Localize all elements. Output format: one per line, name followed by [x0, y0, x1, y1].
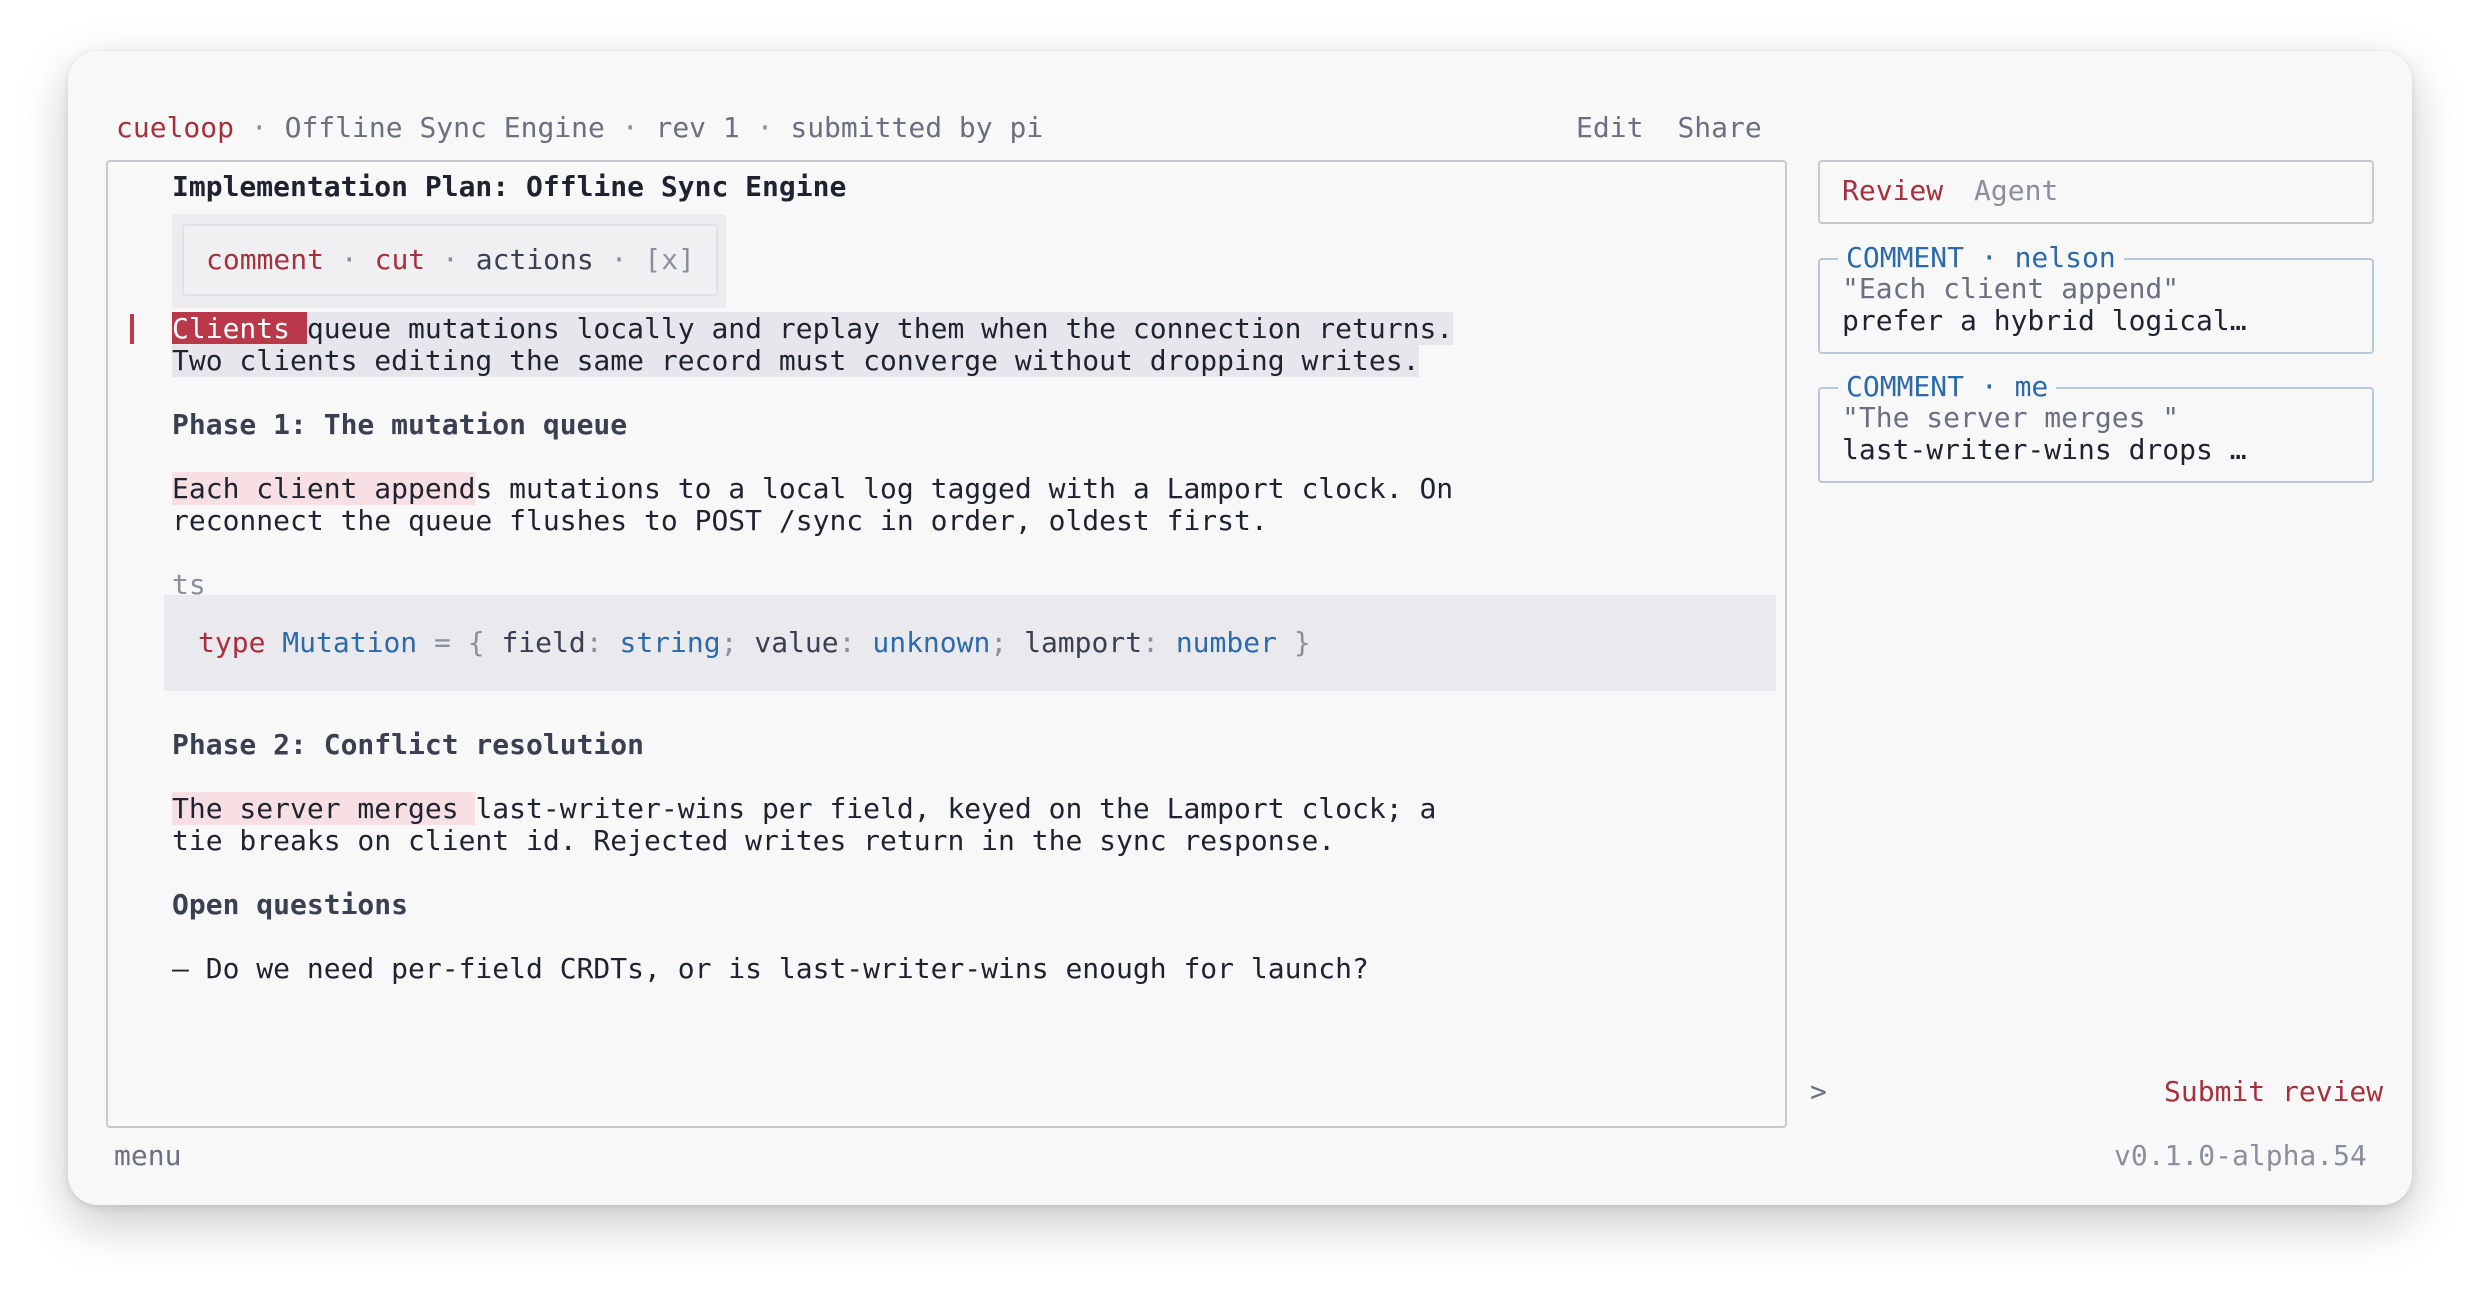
comment-quote: "Each client append"	[1842, 272, 2180, 305]
paragraph-intro-line2[interactable]: Two clients editing the same record must…	[172, 344, 1420, 378]
paragraph-phase2-line1[interactable]: The server merges last-writer-wins per f…	[172, 792, 1436, 826]
version-label: v0.1.0-alpha.54	[2114, 1139, 2367, 1172]
selection-actions-menu: comment · cut · actions · [x]	[182, 224, 718, 296]
share-button[interactable]: Share	[1677, 111, 1761, 144]
paragraph-phase1-line2[interactable]: reconnect the queue flushes to POST /syn…	[172, 504, 1268, 538]
comment-action[interactable]: comment	[206, 243, 324, 276]
doc-title: Offline Sync Engine	[284, 111, 605, 144]
phase2-heading: Phase 2: Conflict resolution	[172, 728, 645, 761]
comment-card[interactable]: COMMENT · nelson "Each client append" pr…	[1818, 241, 2374, 354]
list-item[interactable]: — Do we need per-field CRDTs, or is last…	[172, 952, 1369, 986]
submitted-by: submitted by pi	[790, 111, 1044, 144]
paragraph-phase2-line2[interactable]: tie breaks on client id. Rejected writes…	[172, 824, 1335, 858]
commented-highlight[interactable]: Each client append	[172, 472, 476, 505]
selected-text: Clients	[172, 312, 307, 345]
paragraph-phase1-line1[interactable]: Each client appends mutations to a local…	[172, 472, 1453, 506]
comment-body: last-writer-wins drops …	[1842, 433, 2247, 466]
comment-author: COMMENT · me	[1838, 370, 2057, 404]
actions-action[interactable]: actions	[476, 243, 594, 276]
close-popup-button[interactable]: [x]	[644, 243, 695, 276]
paragraph-intro-line1[interactable]: Clients queue mutations locally and repl…	[172, 312, 1454, 346]
cut-action[interactable]: cut	[375, 243, 426, 276]
selection-gutter-marker	[130, 314, 134, 344]
document-title: Implementation Plan: Offline Sync Engine	[172, 170, 847, 203]
menu-button[interactable]: menu	[114, 1139, 181, 1173]
top-actions: Edit Share	[1576, 111, 1762, 145]
brand-name[interactable]: cueloop	[116, 111, 234, 144]
phase1-heading: Phase 1: The mutation queue	[172, 408, 628, 441]
open-questions-heading: Open questions	[172, 888, 409, 921]
tab-review[interactable]: Review	[1842, 174, 1943, 208]
app-window: cueloop · Offline Sync Engine · rev 1 · …	[68, 51, 2412, 1205]
comment-quote: "The server merges "	[1842, 401, 2180, 434]
commented-highlight[interactable]: The server merges	[172, 792, 476, 825]
tab-agent[interactable]: Agent	[1974, 174, 2058, 208]
title-bar: cueloop · Offline Sync Engine · rev 1 · …	[116, 111, 1044, 144]
revision-label: rev 1	[655, 111, 740, 144]
submit-review-button[interactable]: Submit review	[2164, 1075, 2383, 1109]
comment-card[interactable]: COMMENT · me "The server merges " last-w…	[1818, 370, 2374, 483]
agent-prompt-indicator[interactable]: >	[1810, 1075, 1827, 1109]
code-block[interactable]: type Mutation = { field: string; value: …	[164, 595, 1776, 691]
selection-popup: comment · cut · actions · [x]	[172, 214, 726, 308]
edit-button[interactable]: Edit	[1576, 111, 1643, 144]
document-editor[interactable]: Implementation Plan: Offline Sync Engine…	[106, 160, 1787, 1128]
comment-author: COMMENT · nelson	[1838, 241, 2124, 275]
comment-body: prefer a hybrid logical…	[1842, 304, 2247, 337]
sidebar-tabs: Review Agent	[1818, 160, 2374, 224]
